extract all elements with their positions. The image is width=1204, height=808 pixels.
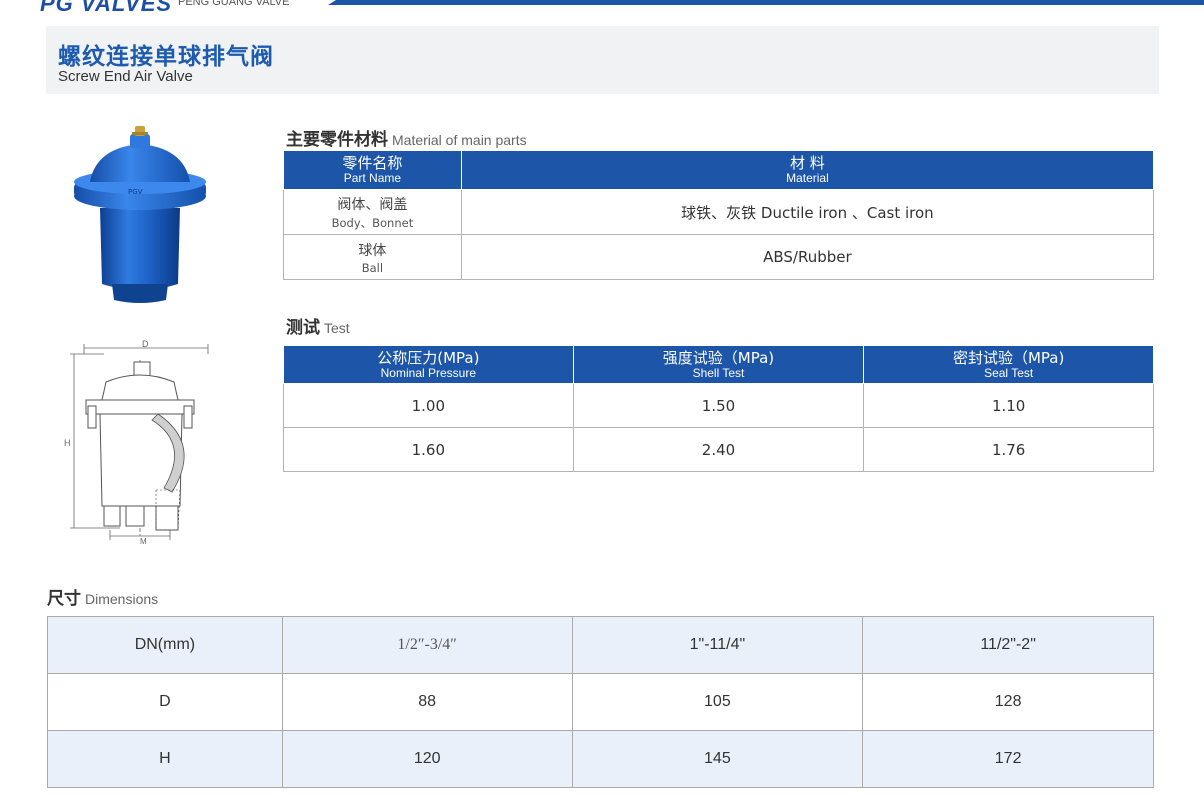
table-row: DN(mm) 1/2″-3/4″ 1"-11/4" 11/2"-2" [47,616,1154,674]
nominal-pressure-cell: 1.60 [283,427,574,472]
dimension-cell: 172 [862,730,1154,788]
shell-test-cell: 2.40 [572,427,865,472]
dimension-cell: 120 [281,730,573,788]
test-heading-en: Test [324,320,350,336]
dimension-cell: 105 [571,673,864,731]
svg-text:PGV: PGV [128,188,143,196]
materials-heading-zh: 主要零件材料 [286,130,388,150]
table-row: 阀体、阀盖 Body、Bonnet 球铁、灰铁 Ductile iron 、Ca… [283,189,1155,235]
part-name-cell: 球体 Ball [283,234,462,280]
brand-logo: PG VALVES [40,0,173,16]
seal-test-cell: 1.10 [863,383,1154,428]
column-header-nominal-pressure: 公称压力(MPa) Nominal Pressure [283,345,574,384]
test-header-row: 公称压力(MPa) Nominal Pressure 强度试验（MPa) She… [283,345,1154,384]
dn-size-cell: 1"-11/4" [571,616,864,674]
materials-heading-en: Material of main parts [392,132,527,148]
dn-size-cell: 11/2"-2" [862,616,1154,674]
dn-size-cell: 1/2″-3/4″ [281,616,573,674]
table-row: H 120 145 172 [47,730,1154,788]
seal-test-cell: 1.76 [863,427,1154,472]
dimensions-heading: 尺寸 Dimensions [47,584,158,609]
brand-subtitle: PENG GUANG VALVE [178,0,290,8]
table-row: D 88 105 128 [47,673,1154,731]
dimensions-heading-zh: 尺寸 [47,589,81,609]
shell-test-cell: 1.50 [572,383,865,428]
test-heading-zh: 测试 [286,318,320,338]
page-subtitle: Screw End Air Valve [58,68,193,85]
materials-header-row: 零件名称 Part Name 材 料 Material [283,150,1155,190]
table-row: 球体 Ball ABS/Rubber [283,234,1155,280]
part-name-cell: 阀体、阀盖 Body、Bonnet [283,189,462,235]
row-label-h: H [47,730,283,788]
top-header: PG VALVES PENG GUANG VALVE [0,0,1204,16]
page-title: 螺纹连接单球排气阀 [58,44,274,70]
column-header-seal-test: 密封试验（MPa) Seal Test [863,345,1154,384]
dimension-cell: 145 [571,730,864,788]
header-rule [328,0,1204,5]
nominal-pressure-cell: 1.00 [283,383,574,428]
row-label-dn: DN(mm) [47,616,283,674]
title-band: 螺纹连接单球排气阀 Screw End Air Valve [46,26,1159,94]
table-row: 1.00 1.50 1.10 [283,383,1154,428]
dimension-label-d: D [142,340,149,349]
test-table: 公称压力(MPa) Nominal Pressure 强度试验（MPa) She… [283,345,1154,472]
dimension-cell: 128 [862,673,1154,731]
column-header-part-name: 零件名称 Part Name [283,150,462,190]
material-cell: ABS/Rubber [460,234,1155,280]
table-row: 1.60 2.40 1.76 [283,427,1154,472]
dimensions-heading-en: Dimensions [85,591,159,607]
valve-dimension-drawing: D H M [64,340,209,545]
row-label-d: D [47,673,283,731]
column-header-shell-test: 强度试验（MPa) Shell Test [572,345,865,384]
material-cell: 球铁、灰铁 Ductile iron 、Cast iron [460,189,1155,235]
dimensions-table: DN(mm) 1/2″-3/4″ 1"-11/4" 11/2"-2" D 88 … [47,616,1154,788]
dimension-label-h: H [64,438,71,448]
dimension-label-m: M [140,537,147,545]
materials-table: 零件名称 Part Name 材 料 Material 阀体、阀盖 Body、B… [283,150,1155,280]
test-heading: 测试 Test [286,313,350,338]
materials-heading: 主要零件材料 Material of main parts [286,125,527,150]
dimension-cell: 88 [281,673,573,731]
column-header-material: 材 料 Material [460,150,1155,190]
valve-product-photo: PGV [74,126,206,303]
